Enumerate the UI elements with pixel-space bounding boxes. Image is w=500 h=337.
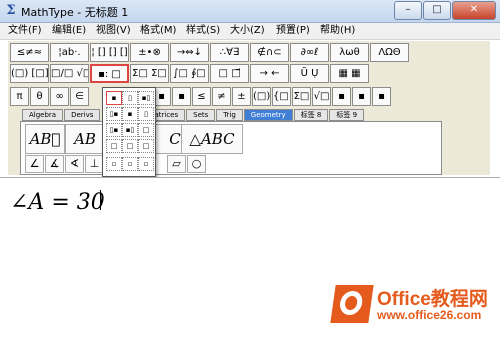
greek-upper-palette-button[interactable]: ΛΩΘ	[370, 43, 409, 62]
operators-palette-button[interactable]: ±•⊗	[130, 43, 169, 62]
watermark-brand: Office教程网	[377, 289, 488, 310]
summation-palette-button[interactable]: Σ□ Σ□	[130, 64, 169, 83]
segment-ab-template[interactable]: AB	[65, 124, 105, 154]
integrals-palette-button[interactable]: ∫□ ∮□	[170, 64, 209, 83]
menu-size[interactable]: 大小(Z)	[228, 24, 267, 38]
dropdown-left-subsup[interactable]: ▯	[138, 107, 154, 121]
mathtype-window: Σ MathType - 无标题 1 – □ ✕ 文件(F) 编辑(E) 视图(…	[0, 0, 500, 337]
angle-icon[interactable]: ∠	[25, 155, 44, 173]
dropdown-left-sup[interactable]: ▯▪	[106, 107, 122, 121]
dropdown-limit-c[interactable]: □	[138, 139, 154, 153]
window-title: MathType - 无标题 1	[21, 6, 129, 19]
measured-angle-icon[interactable]: ∡	[45, 155, 64, 173]
subscript-button[interactable]: ▪	[172, 87, 191, 106]
fences-palette-button[interactable]: (□) [□]	[10, 64, 49, 83]
dropdown-subscript[interactable]: ▯	[122, 91, 138, 105]
dropdown-box-a[interactable]: ▫	[106, 157, 122, 171]
window-controls: – □ ✕	[393, 1, 496, 20]
dropdown-overunder[interactable]: □	[138, 123, 154, 137]
vector-ab-template[interactable]: AB⃗	[25, 124, 65, 154]
tab-algebra[interactable]: Algebra	[22, 109, 64, 121]
dropdown-box-c[interactable]: ▫	[138, 157, 154, 171]
pi-button[interactable]: π	[10, 87, 29, 106]
element-of-button[interactable]: ∈	[70, 87, 89, 106]
menu-help[interactable]: 帮助(H)	[318, 24, 357, 38]
tab-bar: Algebra Derivs Matrices Sets Trig Geomet…	[22, 109, 365, 121]
infinity-button[interactable]: ∞	[50, 87, 69, 106]
matrices-palette-button[interactable]: ▦ ▦	[330, 64, 369, 83]
dropdown-subsup[interactable]: ▪▯	[138, 91, 154, 105]
maximize-button[interactable]: □	[423, 1, 451, 20]
scripts-palette-button[interactable]: ▪: □	[90, 64, 129, 83]
sets-palette-button[interactable]: ∉∩⊂	[250, 43, 289, 62]
dropdown-over[interactable]: ▯▪	[106, 123, 122, 137]
bars-palette-button[interactable]: □ □⃗	[210, 64, 249, 83]
parallelogram-icon[interactable]: ▱	[167, 155, 186, 173]
menu-edit[interactable]: 编辑(E)	[50, 24, 88, 38]
less-equal-button[interactable]: ≤	[192, 87, 211, 106]
spherical-angle-icon[interactable]: ∢	[65, 155, 84, 173]
template-tray: AB⃗ AB C △ABC ∠ ∡ ∢ ⊥ ∥ ▱ ○	[20, 121, 442, 175]
toolbar-row-shortcuts: π θ ∞ ∈ ▪ ▪ ≤ ≠ ± (□) {□} Σ□ √□ ▪ ▪ ▪	[10, 87, 392, 106]
minimize-button[interactable]: –	[394, 1, 422, 20]
sum-button[interactable]: Σ□	[292, 87, 311, 106]
menu-file[interactable]: 文件(F)	[6, 24, 44, 38]
tab-geometry[interactable]: Geometry	[243, 109, 293, 121]
spaces-palette-button[interactable]: ¦ab·.	[50, 43, 89, 62]
labeled-arrows-palette-button[interactable]: → ←	[250, 64, 289, 83]
greek-lower-palette-button[interactable]: λωθ	[330, 43, 369, 62]
equation-text[interactable]: ∠A = 30	[10, 190, 105, 215]
dropdown-limit-a[interactable]: □	[106, 139, 122, 153]
menu-format[interactable]: 格式(M)	[138, 24, 178, 38]
toolbar-row-symbols: ≤≠≈ ¦ab·. ¦ [] [] [] ±•⊗ →⇔↓ ∴∀∃ ∉∩⊂ ∂∞ℓ…	[10, 43, 410, 62]
subscript2-button[interactable]: ▪	[352, 87, 371, 106]
parentheses-button[interactable]: (□)	[252, 87, 271, 106]
arrows-palette-button[interactable]: →⇔↓	[170, 43, 209, 62]
insertion-cursor	[100, 190, 101, 210]
braces-button[interactable]: {□}	[272, 87, 291, 106]
mathtype-app-icon: Σ	[6, 3, 16, 18]
products-palette-button[interactable]: Ũ Ụ	[290, 64, 329, 83]
triangle-abc-template[interactable]: △ABC	[181, 124, 243, 154]
watermark-logo: Office教程网 www.office26.com	[330, 281, 493, 327]
dropdown-superscript[interactable]: ▪	[106, 91, 122, 105]
subsup-button[interactable]: ▪	[372, 87, 391, 106]
menu-style[interactable]: 样式(S)	[184, 24, 222, 38]
not-equal-button[interactable]: ≠	[212, 87, 231, 106]
theta-button[interactable]: θ	[30, 87, 49, 106]
dropdown-under[interactable]: ▪▯	[122, 123, 138, 137]
tab-trig[interactable]: Trig	[216, 109, 243, 121]
menu-bar: 文件(F) 编辑(E) 视图(V) 格式(M) 样式(S) 大小(Z) 预置(P…	[0, 23, 500, 40]
circle-icon[interactable]: ○	[187, 155, 206, 173]
tab-label-8[interactable]: 标签 8	[293, 109, 329, 121]
tab-label-9[interactable]: 标签 9	[329, 109, 365, 121]
relations-palette-button[interactable]: ≤≠≈	[10, 43, 49, 62]
embellishments-palette-button[interactable]: ¦ [] [] []	[90, 43, 129, 62]
tab-sets[interactable]: Sets	[186, 109, 216, 121]
plus-minus-button[interactable]: ±	[232, 87, 251, 106]
logic-palette-button[interactable]: ∴∀∃	[210, 43, 249, 62]
watermark-url: www.office26.com	[377, 308, 482, 322]
scripts-dropdown: ▪ ▯ ▪▯ ▯▪ ▪ ▯ ▯▪ ▪▯ □ □ □ □ ▫ ▫ ▫	[102, 87, 156, 177]
menu-view[interactable]: 视图(V)	[94, 24, 133, 38]
sqrt-button[interactable]: √□	[312, 87, 331, 106]
toolbar-area: ≤≠≈ ¦ab·. ¦ [] [] [] ±•⊗ →⇔↓ ∴∀∃ ∉∩⊂ ∂∞ℓ…	[8, 41, 490, 175]
dropdown-limit-b[interactable]: □	[122, 139, 138, 153]
title-bar: Σ MathType - 无标题 1 – □ ✕	[0, 0, 500, 23]
tab-derivs[interactable]: Derivs	[64, 109, 101, 121]
misc-palette-button[interactable]: ∂∞ℓ	[290, 43, 329, 62]
dropdown-box-b[interactable]: ▫	[122, 157, 138, 171]
dropdown-left-sub[interactable]: ▪	[122, 107, 138, 121]
menu-prefs[interactable]: 预置(P)	[274, 24, 312, 38]
fractions-palette-button[interactable]: □/□ √□	[50, 64, 89, 83]
close-button[interactable]: ✕	[452, 1, 496, 20]
superscript2-button[interactable]: ▪	[332, 87, 351, 106]
office-logo-icon	[330, 285, 374, 323]
toolbar-row-templates: (□) [□] □/□ √□ ▪: □ Σ□ Σ□ ∫□ ∮□ □ □⃗ → ←…	[10, 64, 370, 83]
